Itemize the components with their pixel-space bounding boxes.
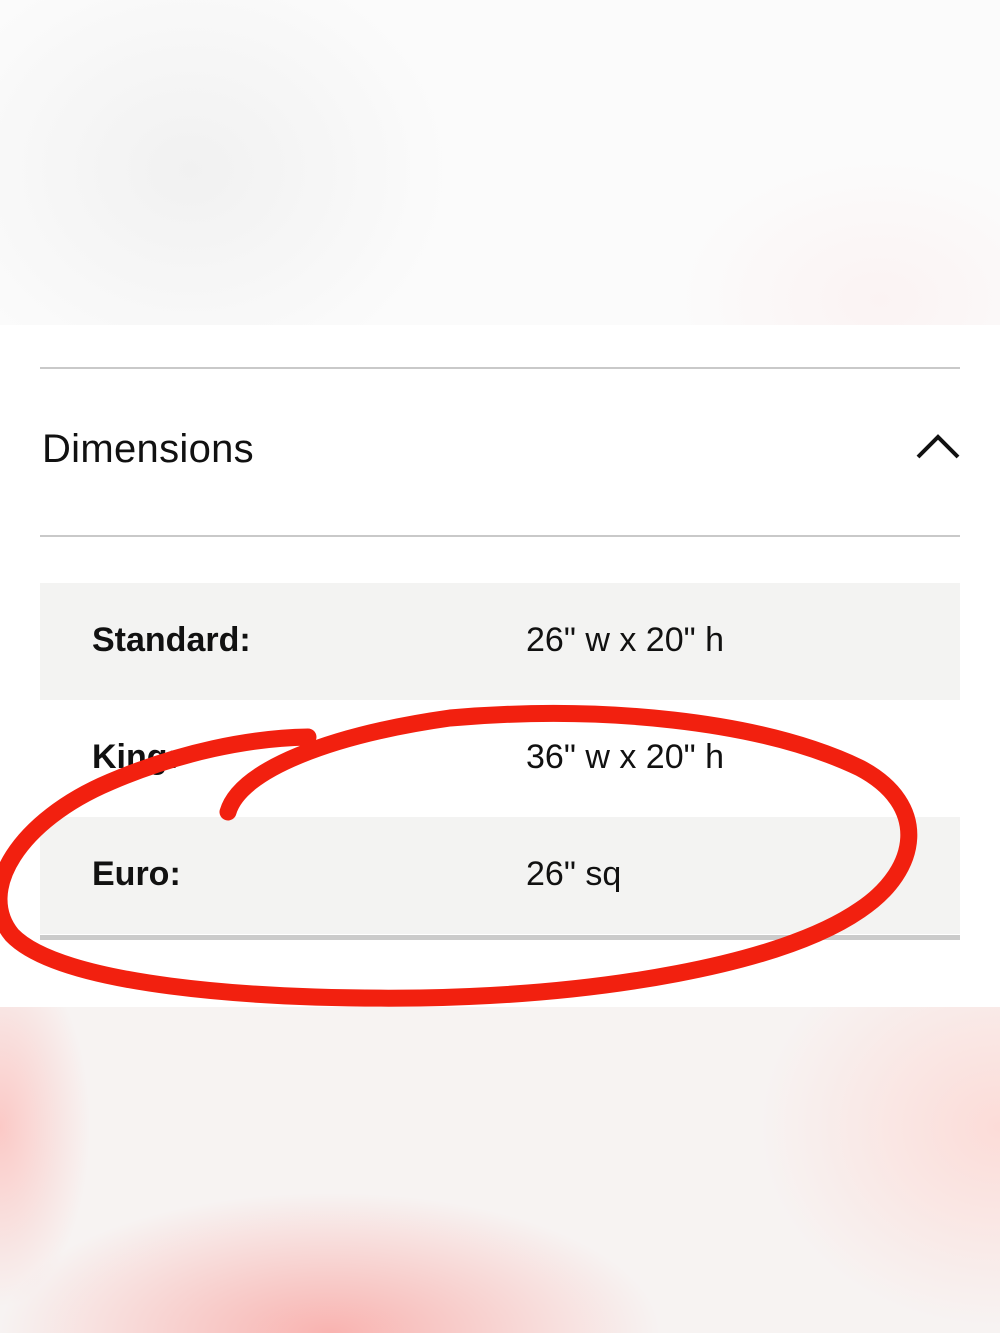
table-row: Standard: 26" w x 20" h <box>40 583 960 700</box>
dimension-label: King: <box>92 738 179 776</box>
dimension-value: 36" w x 20" h <box>526 738 725 776</box>
dimension-label: Standard: <box>92 621 251 659</box>
blurred-bottom-region <box>0 1007 1000 1333</box>
table-bottom-border <box>40 935 960 940</box>
table-row: Euro: 26" sq <box>40 817 960 934</box>
dimension-value: 26" w x 20" h <box>526 621 725 659</box>
divider-header-bottom <box>40 535 960 537</box>
dimensions-table: Standard: 26" w x 20" h King: 36" w x 20… <box>40 583 960 934</box>
chevron-up-icon[interactable] <box>916 431 960 461</box>
dimensions-accordion-header[interactable]: Dimensions <box>40 369 960 534</box>
dimensions-title: Dimensions <box>42 427 254 471</box>
table-row: King: 36" w x 20" h <box>40 700 960 817</box>
dimension-value: 26" sq <box>526 855 622 893</box>
dimension-label: Euro: <box>92 855 181 893</box>
product-details-panel: Dimensions Standard: 26" w x 20" h King:… <box>0 325 1000 1007</box>
blurred-top-region <box>0 0 1000 325</box>
